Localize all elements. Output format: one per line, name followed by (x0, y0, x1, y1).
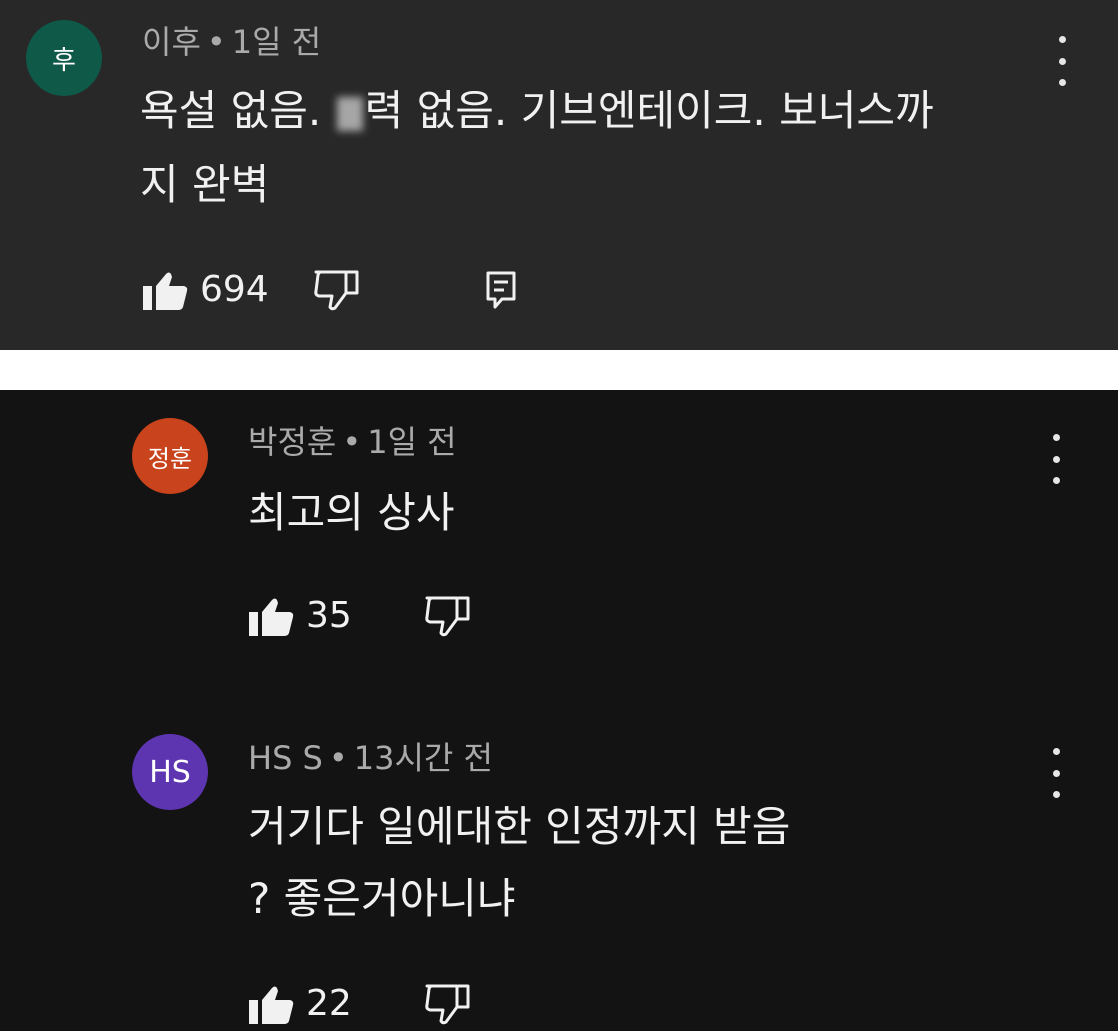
comment-panel-bottom: 정훈 박정훈•1일 전 최고의 상사 35 HS HS S•13시간 전 (0, 390, 1118, 1031)
comment-author[interactable]: 박정훈 (248, 423, 336, 461)
more-vert-icon[interactable] (1046, 434, 1066, 484)
comment-meta: 이후 • 1일 전 (142, 22, 321, 62)
comment-panel-top: 후 이후 • 1일 전 욕설 없음. 력 없음. 기브엔테이크. 보너스까 지 완벽… (0, 0, 1118, 350)
comment-author[interactable]: 이후 (142, 23, 201, 61)
more-vert-icon[interactable] (1052, 36, 1072, 86)
thumbs-up-icon[interactable] (248, 983, 294, 1025)
meta-separator: • (206, 23, 226, 61)
thumbs-down-icon[interactable] (424, 595, 472, 637)
thumbs-up-icon[interactable] (248, 595, 294, 637)
comment-meta: 박정훈 • 1일 전 (248, 422, 457, 462)
thumbs-up-icon[interactable] (142, 269, 188, 311)
reply-icon[interactable] (483, 269, 519, 311)
thumbs-down-icon[interactable] (313, 269, 361, 311)
comment-actions: 694 (142, 266, 519, 314)
like-count: 694 (200, 269, 269, 310)
comment-meta: HS S • 13시간 전 (248, 738, 493, 778)
comment-text-part2: 력 없음. 기브엔테이크. 보너스까 (364, 86, 934, 135)
comment-text-part1: 욕설 없음. (140, 86, 322, 135)
meta-separator: • (342, 423, 362, 461)
comment-text: 최고의 상사 (248, 488, 455, 537)
meta-separator: • (328, 739, 348, 777)
more-vert-icon[interactable] (1046, 748, 1066, 798)
comment-text: 거기다 일에대한 인정까지 받음 (248, 802, 791, 851)
avatar-initial: 정훈 (147, 444, 193, 473)
comment-text-line2: 지 완벽 (140, 160, 270, 209)
comment-time[interactable]: 13시간 전 (354, 739, 493, 777)
thumbs-down-icon[interactable] (424, 983, 472, 1025)
comment-time[interactable]: 1일 전 (232, 23, 321, 61)
censored-text (336, 96, 363, 131)
avatar[interactable]: HS (132, 734, 208, 810)
comment-time[interactable]: 1일 전 (367, 423, 456, 461)
comment-actions: 35 (248, 592, 472, 640)
avatar[interactable]: 후 (26, 20, 102, 96)
comment-text-line2: ? 좋은거아니냐 (248, 874, 516, 923)
avatar-initial: HS (149, 754, 191, 790)
avatar-initial: 후 (52, 45, 76, 76)
comment-author[interactable]: HS S (248, 739, 323, 777)
like-count: 35 (306, 595, 352, 636)
like-count: 22 (306, 983, 352, 1024)
comment-actions: 22 (248, 980, 472, 1028)
avatar[interactable]: 정훈 (132, 418, 208, 494)
comment-text: 욕설 없음. 력 없음. 기브엔테이크. 보너스까 (140, 76, 934, 146)
